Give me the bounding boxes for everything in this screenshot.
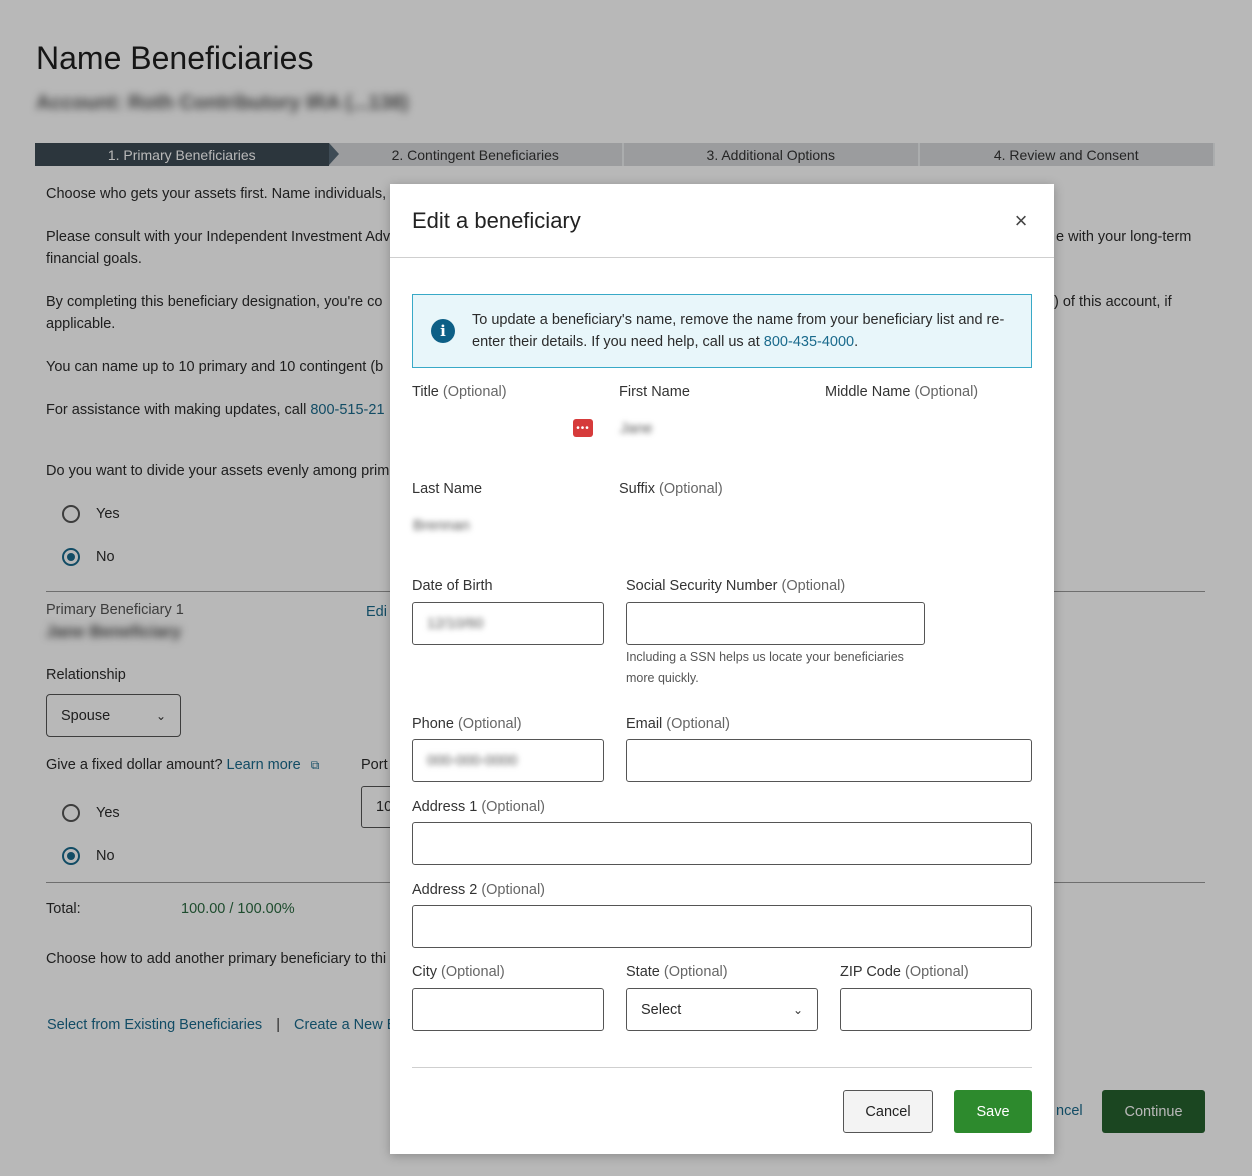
city-label: City (Optional) [412,964,505,980]
save-button[interactable]: Save [954,1090,1032,1133]
optional-tag: (Optional) [441,964,505,980]
address1-input[interactable] [412,822,1032,865]
optional-tag: (Optional) [905,964,969,980]
address2-label: Address 2 (Optional) [412,882,545,898]
cancel-button[interactable]: Cancel [843,1090,933,1133]
phone-label-text: Phone [412,716,454,732]
optional-tag: (Optional) [666,716,730,732]
modal-footer-divider [412,1067,1032,1068]
info-icon: i [431,319,455,343]
zip-label: ZIP Code (Optional) [840,964,969,980]
middle-name-label: Middle Name (Optional) [825,384,978,400]
optional-tag: (Optional) [914,384,979,400]
optional-tag: (Optional) [442,384,507,400]
city-label-text: City [412,964,437,980]
email-input[interactable] [626,739,1032,782]
optional-tag: (Optional) [781,578,846,594]
info-phone-link[interactable]: 800-435-4000 [764,334,854,350]
title-label: Title (Optional) [412,384,507,400]
suffix-label: Suffix (Optional) [619,481,723,497]
phone-value: 000-000-0000 [427,752,518,769]
first-name-label: First Name [619,384,690,400]
phone-input[interactable]: 000-000-0000 [412,739,604,782]
optional-tag: (Optional) [457,716,522,732]
suffix-label-text: Suffix [619,481,656,497]
last-name-value: Brennan [413,517,470,534]
info-banner: i To update a beneficiary's name, remove… [412,294,1032,368]
state-select[interactable]: Select ⌄ [626,988,818,1031]
optional-tag: (Optional) [663,964,728,980]
email-label: Email (Optional) [626,716,730,732]
edit-beneficiary-modal: Edit a beneficiary × i To update a benef… [390,184,1054,1154]
modal-header-divider [390,257,1054,258]
password-manager-icon[interactable]: ••• [573,419,593,437]
title-label-text: Title [412,384,439,400]
info-period: . [854,334,859,350]
optional-tag: (Optional) [659,481,723,497]
optional-tag: (Optional) [481,882,545,898]
email-label-text: Email [626,716,663,732]
address2-label-text: Address 2 [412,882,478,898]
state-label-text: State [626,964,660,980]
zip-label-text: ZIP Code [840,964,901,980]
dob-label: Date of Birth [412,578,493,594]
dob-value: 12/10/60 [427,615,484,632]
dob-input[interactable]: 12/10/60 [412,602,604,645]
zip-input[interactable] [840,988,1032,1031]
address1-label: Address 1 (Optional) [412,799,545,815]
ssn-input[interactable] [626,602,925,645]
last-name-label: Last Name [412,481,483,497]
info-message: To update a beneficiary's name, remove t… [472,312,1005,350]
phone-label: Phone (Optional) [412,716,522,732]
first-name-value: Jane [620,420,653,437]
address1-label-text: Address 1 [412,799,478,815]
state-label: State (Optional) [626,964,728,980]
ssn-label: Social Security Number (Optional) [626,578,845,594]
optional-tag: (Optional) [481,799,545,815]
ssn-help-text: Including a SSN helps us locate your ben… [626,650,904,685]
close-icon[interactable]: × [1008,208,1034,234]
modal-title: Edit a beneficiary [412,208,581,233]
info-text: To update a beneficiary's name, remove t… [472,309,1022,353]
middle-name-label-text: Middle Name [825,384,911,400]
chevron-down-icon: ⌄ [792,1002,803,1017]
ssn-label-text: Social Security Number [626,578,778,594]
address2-input[interactable] [412,905,1032,948]
state-select-value: Select [641,1001,682,1018]
city-input[interactable] [412,988,604,1031]
